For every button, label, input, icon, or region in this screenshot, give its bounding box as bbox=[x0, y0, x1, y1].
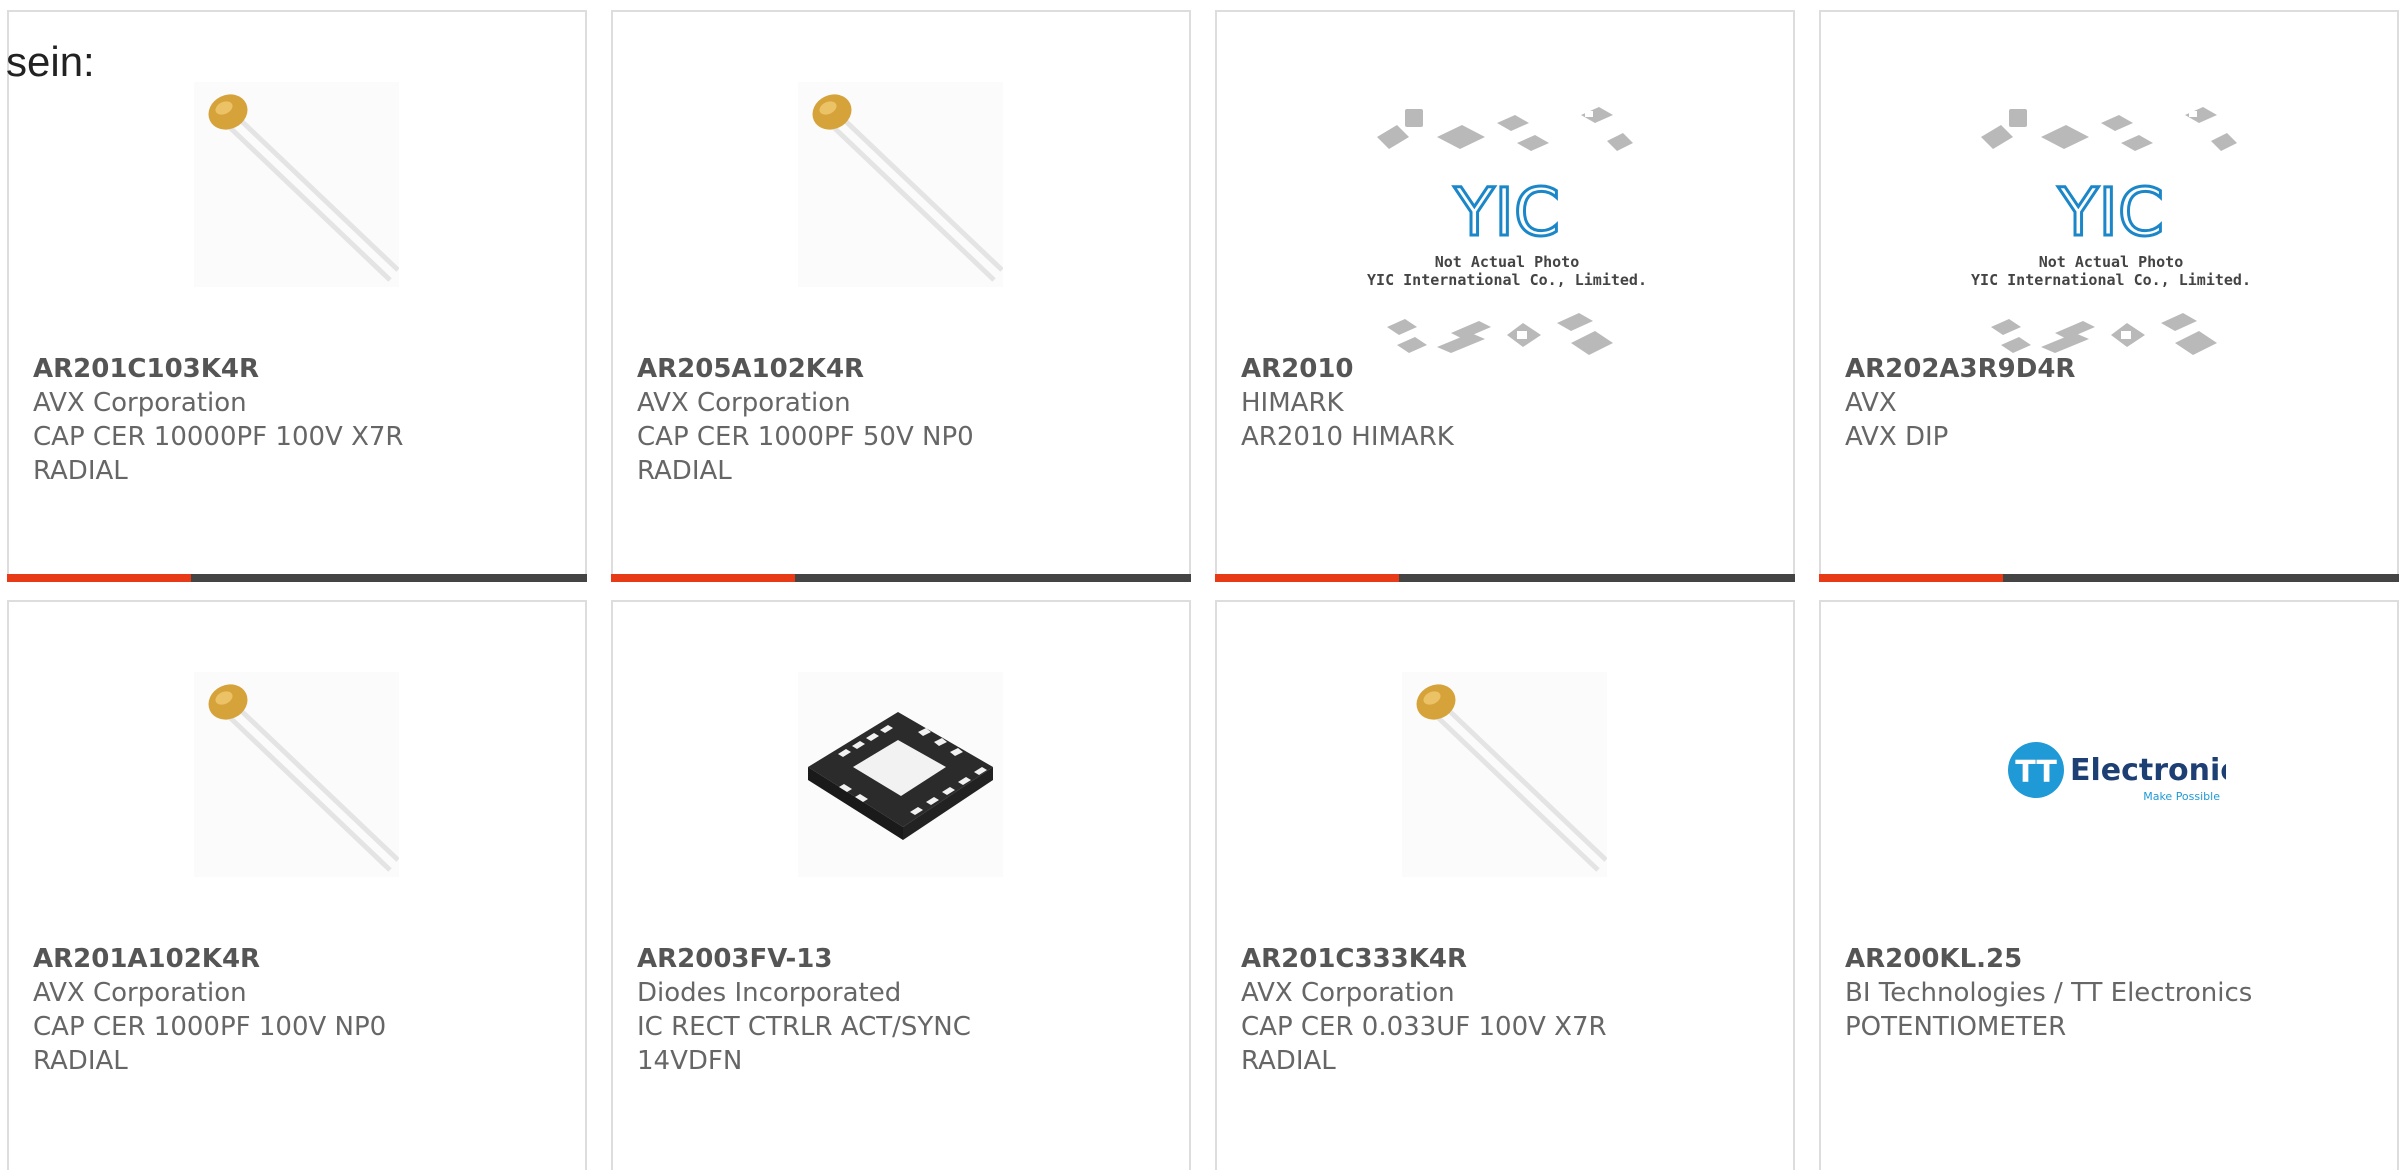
manufacturer: AVX Corporation bbox=[637, 388, 851, 418]
svg-text:YIC International Co., Limited: YIC International Co., Limited. bbox=[1971, 271, 2251, 289]
part-number: AR201A102K4R bbox=[33, 944, 261, 974]
yic-placeholder-image: YIC Not Actual Photo YIC International C… bbox=[1367, 97, 1647, 367]
yic-logo-text: YIC bbox=[2057, 174, 2164, 251]
description-line: RADIAL bbox=[637, 456, 732, 486]
card-accent-bar bbox=[7, 574, 587, 582]
product-card[interactable]: TT Electronics Make Possible AR200KL.25 … bbox=[1819, 600, 2399, 1170]
manufacturer: AVX Corporation bbox=[1241, 978, 1455, 1008]
description-line: 14VDFN bbox=[637, 1046, 743, 1076]
description-line: AR2010 HIMARK bbox=[1241, 422, 1454, 452]
part-number: AR200KL.25 bbox=[1845, 944, 2023, 974]
description-line: POTENTIOMETER bbox=[1845, 1012, 2067, 1042]
ceramic-capacitor-image bbox=[1402, 672, 1607, 877]
svg-text:Not Actual Photo: Not Actual Photo bbox=[1435, 253, 1580, 271]
svg-text:TT: TT bbox=[2015, 755, 2057, 790]
part-number: AR202A3R9D4R bbox=[1845, 354, 2076, 384]
manufacturer: HIMARK bbox=[1241, 388, 1344, 418]
description-line: RADIAL bbox=[33, 1046, 128, 1076]
dfn-chip-image bbox=[798, 672, 1003, 877]
product-card[interactable]: AR201C103K4R AVX Corporation CAP CER 100… bbox=[7, 10, 587, 582]
ceramic-capacitor-image bbox=[798, 82, 1003, 287]
card-accent-bar bbox=[1819, 574, 2399, 582]
yic-placeholder-image: YIC Not Actual Photo YIC International C… bbox=[1971, 97, 2251, 367]
svg-text:Electronics: Electronics bbox=[2070, 753, 2226, 788]
product-card[interactable]: YIC Not Actual Photo YIC International C… bbox=[1819, 10, 2399, 582]
manufacturer: AVX Corporation bbox=[33, 978, 247, 1008]
card-accent-bar bbox=[611, 574, 1191, 582]
ceramic-capacitor-image bbox=[194, 82, 399, 287]
lead-text: sein: bbox=[6, 38, 95, 85]
yic-logo-text: YIC bbox=[1453, 174, 1560, 251]
product-card[interactable]: AR2003FV-13 Diodes Incorporated IC RECT … bbox=[611, 600, 1191, 1170]
part-number: AR201C103K4R bbox=[33, 354, 260, 384]
svg-text:YIC International Co., Limited: YIC International Co., Limited. bbox=[1367, 271, 1647, 289]
description-line: CAP CER 0.033UF 100V X7R bbox=[1241, 1012, 1607, 1042]
description-line: CAP CER 10000PF 100V X7R bbox=[33, 422, 404, 452]
part-number: AR205A102K4R bbox=[637, 354, 865, 384]
card-accent-bar bbox=[1215, 574, 1795, 582]
product-card[interactable]: YIC Not Actual Photo YIC International C… bbox=[1215, 10, 1795, 582]
product-card[interactable]: AR201A102K4R AVX Corporation CAP CER 100… bbox=[7, 600, 587, 1170]
manufacturer: AVX Corporation bbox=[33, 388, 247, 418]
part-number: AR2010 bbox=[1241, 354, 1354, 384]
part-number: AR2003FV-13 bbox=[637, 944, 833, 974]
description-line: CAP CER 1000PF 100V NP0 bbox=[33, 1012, 387, 1042]
description-line: RADIAL bbox=[33, 456, 128, 486]
manufacturer: Diodes Incorporated bbox=[637, 978, 902, 1008]
description-line: AVX DIP bbox=[1845, 422, 1949, 452]
svg-text:Make Possible: Make Possible bbox=[2143, 790, 2220, 803]
description-line: RADIAL bbox=[1241, 1046, 1336, 1076]
product-card[interactable]: AR201C333K4R AVX Corporation CAP CER 0.0… bbox=[1215, 600, 1795, 1170]
description-line: IC RECT CTRLR ACT/SYNC bbox=[637, 1012, 971, 1042]
ceramic-capacitor-image bbox=[194, 672, 399, 877]
description-line: CAP CER 1000PF 50V NP0 bbox=[637, 422, 974, 452]
tt-electronics-logo: TT Electronics Make Possible bbox=[2006, 702, 2226, 842]
manufacturer: BI Technologies / TT Electronics bbox=[1845, 978, 2253, 1008]
manufacturer: AVX bbox=[1845, 388, 1897, 418]
product-card[interactable]: AR205A102K4R AVX Corporation CAP CER 100… bbox=[611, 10, 1191, 582]
svg-text:Not Actual Photo: Not Actual Photo bbox=[2039, 253, 2184, 271]
part-number: AR201C333K4R bbox=[1241, 944, 1468, 974]
